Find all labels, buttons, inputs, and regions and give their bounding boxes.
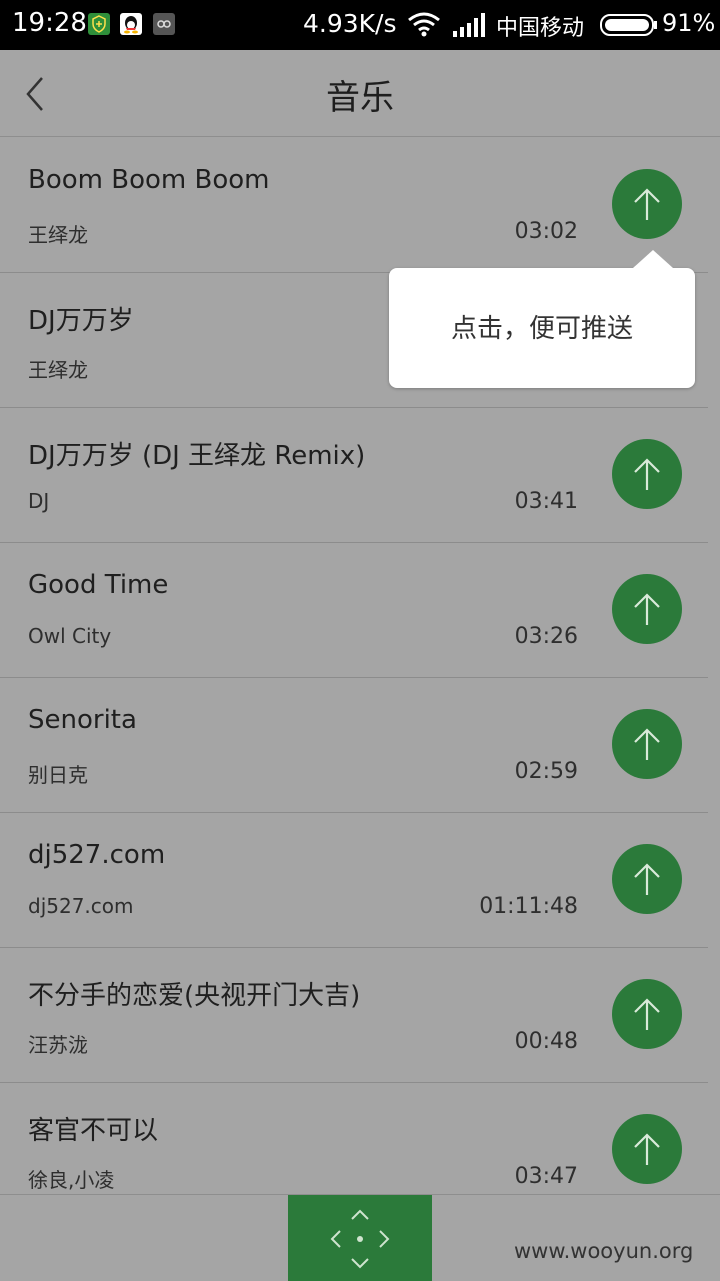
song-title: Senorita <box>28 705 137 735</box>
song-row[interactable]: Good Time Owl City 03:26 <box>0 542 708 678</box>
song-artist: 王绎龙 <box>28 223 88 247</box>
song-title: 不分手的恋爱(央视开门大吉) <box>28 981 361 1011</box>
song-duration: 01:11:48 <box>479 894 578 919</box>
push-button[interactable] <box>612 709 682 779</box>
song-duration: 03:02 <box>514 219 578 244</box>
song-title: Good Time <box>28 570 169 600</box>
battery-percent: 91% <box>662 9 716 37</box>
wifi-icon <box>407 11 441 41</box>
song-title: DJ万万岁 <box>28 306 134 336</box>
status-bar: 19:28 4.93K/s 中国移动 91% <box>0 0 720 50</box>
song-title: 客官不可以 <box>28 1116 159 1146</box>
song-duration: 02:59 <box>514 759 578 784</box>
app-header: 音乐 <box>0 50 720 137</box>
song-row[interactable]: DJ万万岁 (DJ 王绎龙 Remix) DJ 03:41 <box>0 407 708 543</box>
arrow-up-icon <box>634 458 660 490</box>
push-button[interactable] <box>612 439 682 509</box>
remote-control-button[interactable] <box>288 1195 432 1281</box>
push-button[interactable] <box>612 169 682 239</box>
dpad-icon <box>330 1209 390 1269</box>
song-row[interactable]: Boom Boom Boom 王绎龙 03:02 <box>0 137 708 273</box>
song-artist: 别日克 <box>28 763 88 787</box>
song-title: dj527.com <box>28 840 166 870</box>
watermark: www.wooyun.org <box>514 1239 694 1263</box>
song-duration: 03:47 <box>514 1164 578 1189</box>
carrier-name: 中国移动 <box>496 16 585 41</box>
tooltip-text: 点击，便可推送 <box>450 314 633 344</box>
song-artist: 王绎龙 <box>28 358 88 382</box>
battery-icon <box>600 14 658 40</box>
push-button[interactable] <box>612 979 682 1049</box>
song-artist: DJ <box>28 489 50 513</box>
arrow-up-icon <box>634 593 660 625</box>
bottom-bar: www.wooyun.org <box>0 1194 720 1281</box>
push-hint-tooltip: 点击，便可推送 <box>389 250 695 388</box>
song-row[interactable]: 不分手的恋爱(央视开门大吉) 汪苏泷 00:48 <box>0 947 708 1083</box>
song-duration: 03:26 <box>514 624 578 649</box>
qq-penguin-icon <box>120 13 142 35</box>
song-artist: dj527.com <box>28 894 134 918</box>
push-button[interactable] <box>612 1114 682 1184</box>
song-title: DJ万万岁 (DJ 王绎龙 Remix) <box>28 441 366 471</box>
gamepad-icon <box>153 13 175 35</box>
status-time: 19:28 <box>12 8 87 38</box>
shield-icon <box>88 13 110 35</box>
song-artist: 汪苏泷 <box>28 1033 88 1057</box>
push-button[interactable] <box>612 574 682 644</box>
song-artist: Owl City <box>28 624 112 648</box>
page-title: 音乐 <box>326 78 394 118</box>
arrow-up-icon <box>634 188 660 220</box>
arrow-up-icon <box>634 998 660 1030</box>
song-row[interactable]: Senorita 别日克 02:59 <box>0 677 708 813</box>
song-title: Boom Boom Boom <box>28 165 270 195</box>
arrow-up-icon <box>634 1133 660 1165</box>
signal-icon <box>453 13 487 41</box>
arrow-up-icon <box>634 728 660 760</box>
tooltip-arrow <box>633 250 673 268</box>
song-duration: 03:41 <box>514 489 578 514</box>
song-duration: 00:48 <box>514 1029 578 1054</box>
song-artist: 徐良,小凌 <box>28 1168 115 1192</box>
push-button[interactable] <box>612 844 682 914</box>
net-speed: 4.93K/s <box>303 9 397 38</box>
song-row[interactable]: dj527.com dj527.com 01:11:48 <box>0 812 708 948</box>
arrow-up-icon <box>634 863 660 895</box>
